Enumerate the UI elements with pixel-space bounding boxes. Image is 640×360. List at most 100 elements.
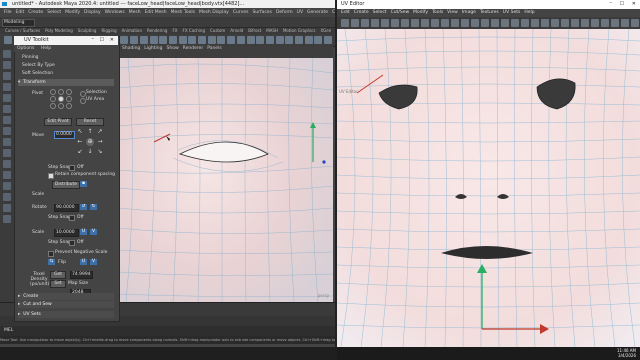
maya-menu-item[interactable]: Windows xyxy=(105,10,125,15)
maya-menu-item[interactable]: Create xyxy=(28,10,43,15)
texel-value-field[interactable]: 74.9994 xyxy=(70,271,93,279)
tool-icon[interactable] xyxy=(3,127,11,135)
reset-pivot-button[interactable]: Reset xyxy=(76,118,104,126)
shelf-tool-icon[interactable] xyxy=(120,36,129,44)
uv-tool-icon[interactable] xyxy=(441,19,449,27)
tool-icon[interactable] xyxy=(3,193,11,201)
shelf-tool-icon[interactable] xyxy=(159,36,168,44)
menu-options[interactable]: Options xyxy=(17,46,34,51)
uv-tool-icon[interactable] xyxy=(351,19,359,27)
uv-tool-icon[interactable] xyxy=(451,19,459,27)
pivot-position-radio[interactable] xyxy=(58,89,64,95)
scale-step-snap-checkbox[interactable] xyxy=(69,240,75,246)
tool-icon[interactable] xyxy=(3,171,11,179)
scale-v-button[interactable]: V xyxy=(90,229,97,235)
uv-tool-icon[interactable] xyxy=(491,19,499,27)
shelf-tab[interactable]: FX xyxy=(172,28,177,33)
uv-tool-icon[interactable] xyxy=(391,19,399,27)
shelf-tool-icon[interactable] xyxy=(198,36,206,44)
uv-editor-menu-item[interactable]: UV Sets xyxy=(503,10,521,15)
pivot-position-radio[interactable] xyxy=(50,103,56,109)
distribute-button[interactable]: Distribute xyxy=(52,181,80,189)
flip-u-button[interactable]: U xyxy=(80,259,87,265)
uv-tool-icon[interactable] xyxy=(531,19,539,27)
tool-icon[interactable] xyxy=(3,149,11,157)
uv-tool-icon[interactable] xyxy=(401,19,409,27)
pinning-section[interactable]: Pinning xyxy=(22,55,39,60)
pivot-position-radio[interactable] xyxy=(58,96,64,102)
shelf-tab[interactable]: Animation xyxy=(122,28,142,33)
move-left-icon[interactable]: ← xyxy=(76,138,84,146)
tool-icon[interactable] xyxy=(3,204,11,212)
uv-tool-icon[interactable] xyxy=(551,19,559,27)
maya-menu-item[interactable]: Modify xyxy=(65,10,80,15)
maya-menu-item[interactable]: Mesh xyxy=(129,10,141,15)
uv-tool-icon[interactable] xyxy=(481,19,489,27)
uv-tool-icon[interactable] xyxy=(521,19,529,27)
tool-icon[interactable] xyxy=(3,72,11,80)
scale-section-label[interactable]: Scale xyxy=(32,192,44,197)
uv-sets-section-header[interactable]: ▸ UV Sets xyxy=(18,311,114,318)
shelf-tab[interactable]: FX Caching xyxy=(183,28,205,33)
maya-menu-item[interactable]: Mesh Display xyxy=(199,10,229,15)
get-texel-button[interactable]: Get xyxy=(50,271,66,279)
shelf-tool-icon[interactable] xyxy=(207,36,216,44)
uv-editor-menu-item[interactable]: Tools xyxy=(432,10,443,15)
maya-menu-item[interactable]: Mesh Tools xyxy=(171,10,195,15)
close-icon[interactable]: ✕ xyxy=(632,0,636,9)
shelf-tab[interactable]: Poly Modeling xyxy=(45,28,73,33)
move-right-icon[interactable]: → xyxy=(96,138,104,146)
shelf-tool-icon[interactable] xyxy=(256,36,265,44)
rotate-field[interactable]: 90.0000 xyxy=(54,204,79,212)
soft-selection-section[interactable]: Soft Selection xyxy=(22,71,53,76)
transform-section-header[interactable]: ▾ Transform xyxy=(18,79,114,86)
viewport-menu-item[interactable]: Shading xyxy=(122,46,140,51)
pivot-position-radio[interactable] xyxy=(58,103,64,109)
move-up-right-icon[interactable]: ↗ xyxy=(96,128,104,136)
uv-tool-icon[interactable] xyxy=(381,19,389,27)
shelf-tab[interactable]: Curves / Surfaces xyxy=(5,28,40,33)
uv-editor-menu-item[interactable]: Create xyxy=(354,10,369,15)
shelf-tool-icon[interactable] xyxy=(304,36,313,44)
pivot-position-radio[interactable] xyxy=(66,103,72,109)
uv-editor-menu-item[interactable]: Image xyxy=(462,10,476,15)
move-down-left-icon[interactable]: ↙ xyxy=(76,148,84,156)
maximize-icon[interactable]: ☐ xyxy=(100,36,104,45)
tool-icon[interactable] xyxy=(3,105,11,113)
rotate-step-snap-checkbox[interactable] xyxy=(69,215,75,221)
maya-menu-item[interactable]: Curves xyxy=(233,10,249,15)
uv-editor-menu-item[interactable]: Select xyxy=(373,10,387,15)
shelf-tab[interactable]: Bifrost xyxy=(248,28,261,33)
maya-menu-item[interactable]: Edit Mesh xyxy=(145,10,167,15)
maya-menu-item[interactable]: Generate xyxy=(307,10,328,15)
prevent-negative-checkbox[interactable] xyxy=(48,251,54,257)
set-texel-button[interactable]: Set xyxy=(50,280,66,288)
viewport-menu-item[interactable]: Panels xyxy=(207,46,221,51)
pivot-position-radio[interactable] xyxy=(50,96,56,102)
shelf-tool-icon[interactable] xyxy=(178,36,187,44)
maya-menu-item[interactable]: Edit xyxy=(16,10,25,15)
uv-tool-icon[interactable] xyxy=(621,19,629,27)
uv-tool-icon[interactable] xyxy=(591,19,599,27)
move-center-icon[interactable]: ⊕ xyxy=(86,138,94,146)
shelf-tool-icon[interactable] xyxy=(314,36,323,44)
maya-menu-item[interactable]: Surfaces xyxy=(252,10,272,15)
retain-spacing-checkbox[interactable] xyxy=(48,173,54,179)
uv-tool-icon[interactable] xyxy=(341,19,349,27)
shelf-tool-icon[interactable] xyxy=(246,36,255,44)
maya-menu-item[interactable]: Select xyxy=(47,10,61,15)
shelf-tab[interactable]: Arnold xyxy=(230,28,243,33)
shelf-tool-icon[interactable] xyxy=(4,36,12,44)
shelf-tool-icon[interactable] xyxy=(149,36,158,44)
move-step-snap-checkbox[interactable] xyxy=(69,165,75,171)
tool-icon[interactable] xyxy=(3,138,11,146)
distribute-option-icon[interactable]: ▪ xyxy=(80,181,87,187)
taskbar-clock[interactable]: 11:46 AM 3/4/2026 xyxy=(617,348,636,358)
uv-tool-icon[interactable] xyxy=(561,19,569,27)
pivot-position-radio[interactable] xyxy=(50,89,56,95)
tool-icon[interactable] xyxy=(3,182,11,190)
tool-icon[interactable] xyxy=(3,94,11,102)
edit-pivot-button[interactable]: Edit Pivot xyxy=(44,118,72,126)
tool-icon[interactable] xyxy=(3,50,11,58)
minimize-icon[interactable]: – xyxy=(92,35,95,44)
